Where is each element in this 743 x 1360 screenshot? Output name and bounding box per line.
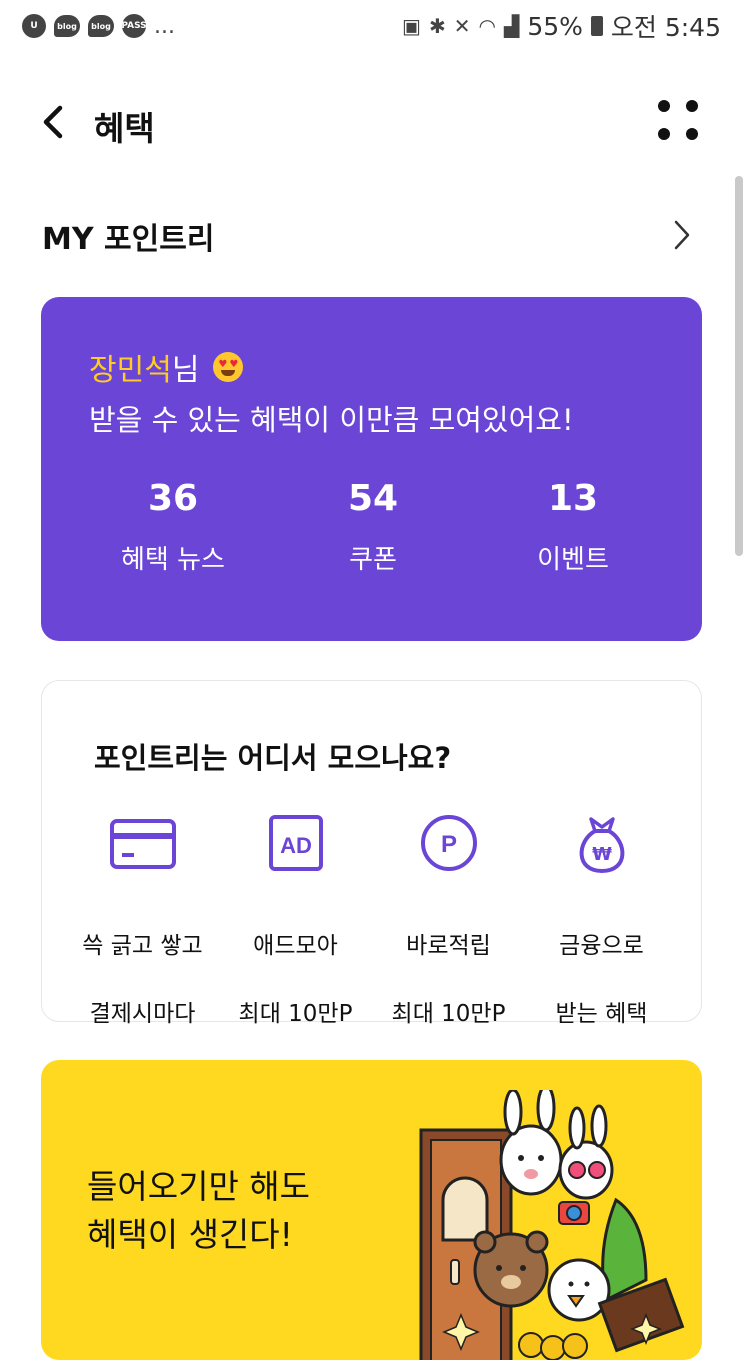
my-pointree-section-header[interactable]: MY 포인트리 (42, 208, 702, 264)
money-bag-icon: ₩ (579, 817, 624, 873)
ad-icon: AD (268, 815, 323, 871)
page-title: 혜택 (94, 109, 155, 148)
stat-benefit-news[interactable]: 36 혜택 뉴스 (73, 477, 273, 576)
blog-notification-icon: blog (88, 15, 114, 37)
system-indicators: ▣ ✱ ✕ ◠ ▟ 55% 오전 5:45 (402, 8, 721, 44)
card-icon (109, 819, 176, 869)
more-menu-icon[interactable] (650, 90, 706, 146)
app-notification-icon: U (22, 14, 46, 38)
back-arrow-icon[interactable] (38, 102, 70, 142)
bluetooth-icon: ✱ (428, 14, 446, 38)
stat-label: 쿠폰 (349, 545, 397, 575)
pass-notification-icon: PASS (121, 14, 147, 38)
clock: 오전 5:45 (610, 13, 721, 42)
heart-eyes-emoji-icon: ♥ ♥ (213, 352, 244, 382)
benefit-summary-card: 장민석 님 ♥ ♥ 받을 수 있는 혜택이 이만큼 모여있어요! 36 혜택 뉴스… (41, 297, 702, 641)
source-label-line1: 쓱 긁고 쌓고 (82, 933, 203, 959)
wifi-icon: ◠ (478, 14, 496, 38)
blog-notification-icon: blog (54, 15, 80, 37)
summary-subtitle: 받을 수 있는 혜택이 이만큼 모여있어요! (89, 403, 574, 437)
characters-door-illustration (419, 1090, 685, 1360)
source-label-line1: 애드모아 (253, 933, 338, 959)
point-sources-list: 쓱 긁고 쌓고 결제시마다 AD 애드모아 최대 10만P P 바로적립 최대 … (66, 813, 678, 1065)
stat-value: 13 (547, 478, 599, 519)
more-notifications-indicator: ... (154, 13, 175, 39)
battery-icon (590, 16, 603, 36)
source-card-payment[interactable]: 쓱 긁고 쌓고 결제시마다 (66, 813, 219, 1065)
source-label-line2: 받는 혜택 (555, 1001, 648, 1027)
honorific: 님 (171, 353, 200, 388)
stat-value: 36 (147, 478, 199, 519)
notification-icons: U blog blog PASS ... (22, 14, 175, 39)
source-label-line1: 금융으로 (559, 933, 644, 959)
won-icon-text: ₩ (592, 844, 612, 865)
promo-banner[interactable]: 들어오기만 해도 혜택이 생긴다! (41, 1060, 702, 1360)
source-label-line2: 결제시마다 (89, 1001, 196, 1027)
source-finance[interactable]: ₩ 금융으로 받는 혜택 (525, 813, 678, 1065)
banner-line1: 들어오기만 해도 (87, 1167, 311, 1206)
stat-events[interactable]: 13 이벤트 (473, 477, 673, 576)
greeting: 장민석 님 ♥ ♥ (89, 345, 244, 389)
stat-label: 혜택 뉴스 (121, 545, 225, 575)
stat-label: 이벤트 (537, 545, 609, 575)
coin-icon-text: P (440, 831, 456, 858)
source-admoa[interactable]: AD 애드모아 최대 10만P (219, 813, 372, 1065)
point-coin-icon: P (420, 815, 477, 871)
source-label-line1: 바로적립 (406, 933, 491, 959)
status-bar: U blog blog PASS ... ▣ ✱ ✕ ◠ ▟ 55% 오전 5:… (0, 0, 743, 52)
scrollbar[interactable] (735, 176, 743, 556)
stat-coupons[interactable]: 54 쿠폰 (273, 477, 473, 576)
ad-icon-text: AD (280, 833, 312, 858)
lock-icon: ▣ (402, 14, 421, 38)
battery-percent: 55% (527, 11, 583, 41)
benefit-stats: 36 혜택 뉴스 54 쿠폰 13 이벤트 (73, 477, 673, 576)
chevron-right-icon[interactable] (672, 218, 692, 252)
stat-value: 54 (347, 478, 399, 519)
user-name: 장민석 (89, 353, 172, 388)
point-sources-card: 포인트리는 어디서 모으나요? 쓱 긁고 쌓고 결제시마다 AD 애드모아 최대… (41, 680, 702, 1027)
app-header: 혜택 (0, 80, 743, 170)
source-label-line2: 최대 10만P (391, 1001, 506, 1027)
source-label-line2: 최대 10만P (238, 1001, 353, 1027)
signal-icon: ▟ (503, 14, 520, 38)
section-title: MY 포인트리 (42, 222, 215, 257)
mute-icon: ✕ (453, 14, 471, 38)
card-title: 포인트리는 어디서 모으나요? (94, 741, 452, 775)
source-instant-earn[interactable]: P 바로적립 최대 10만P (372, 813, 525, 1065)
banner-line2: 혜택이 생긴다! (87, 1215, 293, 1254)
